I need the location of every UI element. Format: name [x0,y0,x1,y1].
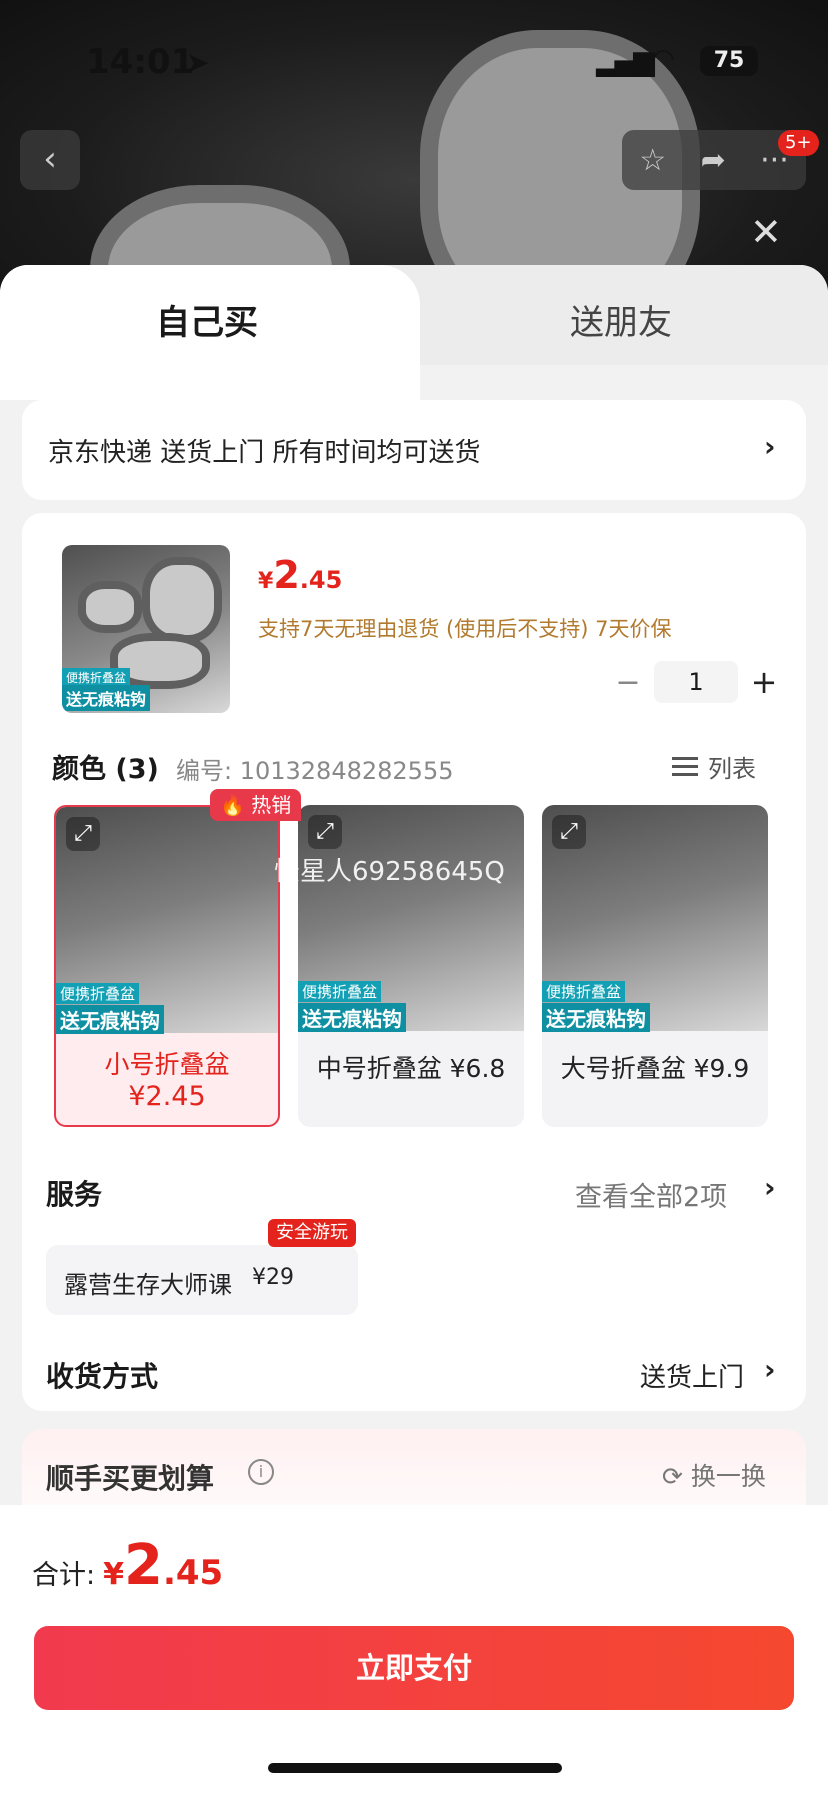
variant-label: 小号折叠盆 [104,1050,230,1079]
expand-icon[interactable]: ⤢ [308,815,342,849]
product-thumbnail[interactable]: 便携折叠盆 送无痕粘钩 [62,545,230,713]
delivery-row[interactable]: 京东快递 送货上门 所有时间均可送货 › [22,400,806,500]
increase-button[interactable]: + [744,663,784,701]
message-badge: 5+ [778,130,819,156]
home-indicator [268,1763,562,1773]
signal-icon: ▂▄▆ [596,44,655,77]
tab-bar: 自己买 送朋友 [0,265,828,400]
color-title: 颜色 (3) [52,754,159,785]
return-policy: 支持7天无理由退货 (使用后不支持) 7天价保 [258,617,672,641]
service-option[interactable]: 露营生存大师课 ¥29 [46,1245,358,1315]
tab-self-label: 自己买 [156,303,258,343]
chevron-right-icon: › [764,1353,776,1386]
quantity-stepper: − 1 + [608,661,784,703]
chevron-right-icon: › [764,1171,776,1204]
variant-label: 大号折叠盆 ¥9.9 [560,1054,750,1083]
addon-title: 顺手买更划算 [46,1462,215,1495]
total-label: 合计: [32,1560,96,1591]
variant-label: 中号折叠盆 ¥6.8 [316,1054,506,1083]
hot-badge: 🔥 热销 [210,789,302,821]
status-bar: 14:01 ➤ ▂▄▆ ◠ 75 [0,0,828,120]
shipping-title: 收货方式 [46,1360,159,1393]
share-icon[interactable]: ➦ [701,143,726,178]
chevron-right-icon: › [764,430,776,463]
thumb-tag: 送无痕粘钩 [62,685,151,711]
service-badge: 安全游玩 [268,1219,356,1247]
service-view-all[interactable]: 查看全部2项 [575,1175,727,1214]
variant-price: ¥2.45 [128,1081,206,1112]
sku-card: 便携折叠盆 送无痕粘钩 ¥2.45 支持7天无理由退货 (使用后不支持) 7天价… [22,513,806,1411]
expand-icon[interactable]: ⤢ [66,817,100,851]
tab-friend[interactable]: 送朋友 [414,295,828,344]
service-name: 露营生存大师课 [64,1271,232,1299]
star-icon[interactable]: ☆ [639,143,666,178]
wifi-icon: ◠ [652,44,675,74]
battery-icon: 75 [700,46,758,76]
sku-code: 编号: 10132848282555 [176,757,454,785]
pay-now-button[interactable]: 立即支付 [34,1626,794,1710]
close-icon[interactable]: ✕ [750,210,782,254]
checkout-bar: 合计: ¥ 2 .45 立即支付 [0,1505,828,1796]
unit-price: ¥2.45 [258,553,343,597]
status-time: 14:01 [86,42,195,82]
variant-option-large[interactable]: ⤢ 便携折叠盆 送无痕粘钩 大号折叠盆 ¥9.9 [542,805,768,1127]
list-label: 列表 [708,755,756,783]
refresh-button[interactable]: ⟳ 换一换 [662,1457,766,1493]
expand-icon[interactable]: ⤢ [552,815,586,849]
back-button[interactable]: ‹ [20,130,80,190]
list-view-button[interactable]: 列表 [672,749,756,784]
info-icon[interactable]: i [248,1459,274,1485]
service-title: 服务 [46,1178,103,1211]
location-arrow-icon: ➤ [186,46,210,79]
shipping-value[interactable]: 送货上门 [640,1357,744,1394]
delivery-text: 京东快递 送货上门 所有时间均可送货 [48,438,481,468]
watermark-text: 憬星人69258645Q [274,857,505,887]
tab-self[interactable]: 自己买 [0,265,420,400]
service-price: ¥29 [252,1265,294,1290]
quantity-field[interactable]: 1 [654,661,738,703]
list-icon [672,755,698,779]
variant-option-small[interactable]: ⤢ 便携折叠盆 送无痕粘钩 小号折叠盆 ¥2.45 [54,805,280,1127]
total-price: 合计: ¥ 2 .45 [32,1533,224,1598]
decrease-button[interactable]: − [608,665,648,700]
